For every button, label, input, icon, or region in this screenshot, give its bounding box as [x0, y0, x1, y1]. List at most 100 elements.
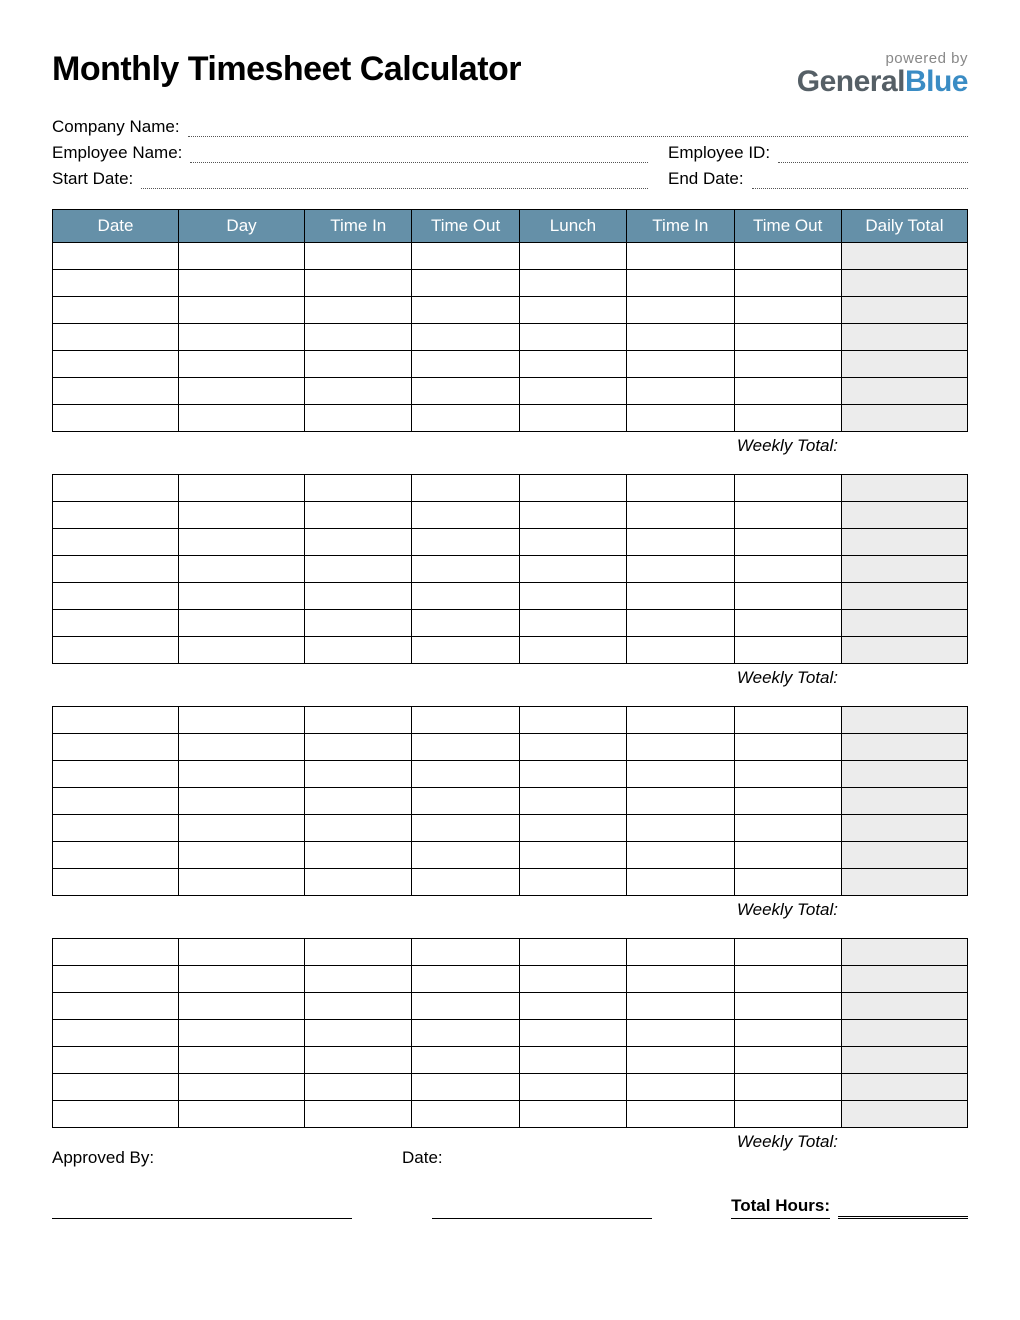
timesheet-cell[interactable]: [734, 529, 841, 556]
timesheet-cell[interactable]: [305, 297, 412, 324]
end-date-input[interactable]: [752, 171, 968, 189]
timesheet-cell[interactable]: [179, 939, 305, 966]
timesheet-cell[interactable]: [53, 637, 179, 664]
timesheet-cell[interactable]: [519, 324, 626, 351]
start-date-input[interactable]: [141, 171, 648, 189]
timesheet-cell[interactable]: [179, 707, 305, 734]
timesheet-cell[interactable]: [412, 297, 519, 324]
timesheet-cell[interactable]: [734, 1074, 841, 1101]
timesheet-cell[interactable]: [412, 1101, 519, 1128]
timesheet-cell[interactable]: [627, 1074, 734, 1101]
timesheet-cell[interactable]: [519, 556, 626, 583]
timesheet-cell[interactable]: [734, 1101, 841, 1128]
timesheet-cell[interactable]: [179, 405, 305, 432]
timesheet-cell[interactable]: [519, 583, 626, 610]
timesheet-cell[interactable]: [179, 324, 305, 351]
timesheet-cell[interactable]: [627, 993, 734, 1020]
timesheet-cell[interactable]: [412, 583, 519, 610]
timesheet-cell[interactable]: [412, 993, 519, 1020]
timesheet-cell[interactable]: [305, 966, 412, 993]
timesheet-cell[interactable]: [519, 842, 626, 869]
timesheet-cell[interactable]: [627, 734, 734, 761]
timesheet-cell[interactable]: [734, 788, 841, 815]
timesheet-cell[interactable]: [734, 270, 841, 297]
timesheet-cell[interactable]: [53, 939, 179, 966]
timesheet-cell[interactable]: [53, 556, 179, 583]
timesheet-cell[interactable]: [305, 324, 412, 351]
timesheet-cell[interactable]: [627, 378, 734, 405]
timesheet-cell[interactable]: [412, 529, 519, 556]
timesheet-cell[interactable]: [179, 610, 305, 637]
timesheet-cell[interactable]: [305, 761, 412, 788]
timesheet-cell[interactable]: [305, 243, 412, 270]
timesheet-cell[interactable]: [627, 869, 734, 896]
timesheet-cell[interactable]: [519, 405, 626, 432]
timesheet-cell[interactable]: [412, 788, 519, 815]
timesheet-cell[interactable]: [734, 761, 841, 788]
employee-name-input[interactable]: [190, 145, 648, 163]
timesheet-cell[interactable]: [519, 502, 626, 529]
timesheet-cell[interactable]: [305, 610, 412, 637]
timesheet-cell[interactable]: [305, 1047, 412, 1074]
timesheet-cell[interactable]: [53, 610, 179, 637]
timesheet-cell[interactable]: [734, 556, 841, 583]
timesheet-cell[interactable]: [179, 297, 305, 324]
timesheet-cell[interactable]: [734, 324, 841, 351]
timesheet-cell[interactable]: [53, 1047, 179, 1074]
timesheet-cell[interactable]: [519, 939, 626, 966]
timesheet-cell[interactable]: [53, 378, 179, 405]
timesheet-cell[interactable]: [627, 788, 734, 815]
timesheet-cell[interactable]: [519, 529, 626, 556]
timesheet-cell[interactable]: [305, 502, 412, 529]
timesheet-cell[interactable]: [627, 324, 734, 351]
timesheet-cell[interactable]: [627, 243, 734, 270]
timesheet-cell[interactable]: [734, 243, 841, 270]
timesheet-cell[interactable]: [305, 1101, 412, 1128]
timesheet-cell[interactable]: [305, 842, 412, 869]
timesheet-cell[interactable]: [179, 966, 305, 993]
timesheet-cell[interactable]: [627, 475, 734, 502]
timesheet-cell[interactable]: [734, 405, 841, 432]
timesheet-cell[interactable]: [734, 815, 841, 842]
timesheet-cell[interactable]: [305, 637, 412, 664]
timesheet-cell[interactable]: [305, 788, 412, 815]
timesheet-cell[interactable]: [519, 297, 626, 324]
timesheet-cell[interactable]: [734, 966, 841, 993]
timesheet-cell[interactable]: [305, 405, 412, 432]
company-name-input[interactable]: [188, 119, 968, 137]
timesheet-cell[interactable]: [53, 270, 179, 297]
timesheet-cell[interactable]: [53, 966, 179, 993]
timesheet-cell[interactable]: [627, 351, 734, 378]
timesheet-cell[interactable]: [305, 1074, 412, 1101]
timesheet-cell[interactable]: [519, 734, 626, 761]
timesheet-cell[interactable]: [519, 707, 626, 734]
timesheet-cell[interactable]: [519, 761, 626, 788]
timesheet-cell[interactable]: [519, 270, 626, 297]
timesheet-cell[interactable]: [179, 556, 305, 583]
timesheet-cell[interactable]: [179, 842, 305, 869]
timesheet-cell[interactable]: [179, 815, 305, 842]
timesheet-cell[interactable]: [734, 351, 841, 378]
timesheet-cell[interactable]: [412, 939, 519, 966]
timesheet-cell[interactable]: [53, 869, 179, 896]
timesheet-cell[interactable]: [412, 475, 519, 502]
timesheet-cell[interactable]: [627, 502, 734, 529]
employee-id-input[interactable]: [778, 145, 968, 163]
timesheet-cell[interactable]: [305, 734, 412, 761]
timesheet-cell[interactable]: [734, 610, 841, 637]
timesheet-cell[interactable]: [412, 761, 519, 788]
timesheet-cell[interactable]: [519, 378, 626, 405]
timesheet-cell[interactable]: [179, 1101, 305, 1128]
timesheet-cell[interactable]: [734, 378, 841, 405]
timesheet-cell[interactable]: [412, 351, 519, 378]
timesheet-cell[interactable]: [627, 939, 734, 966]
timesheet-cell[interactable]: [305, 815, 412, 842]
timesheet-cell[interactable]: [179, 475, 305, 502]
timesheet-cell[interactable]: [412, 1074, 519, 1101]
timesheet-cell[interactable]: [627, 583, 734, 610]
timesheet-cell[interactable]: [53, 243, 179, 270]
timesheet-cell[interactable]: [305, 529, 412, 556]
timesheet-cell[interactable]: [53, 297, 179, 324]
timesheet-cell[interactable]: [179, 788, 305, 815]
timesheet-cell[interactable]: [305, 869, 412, 896]
